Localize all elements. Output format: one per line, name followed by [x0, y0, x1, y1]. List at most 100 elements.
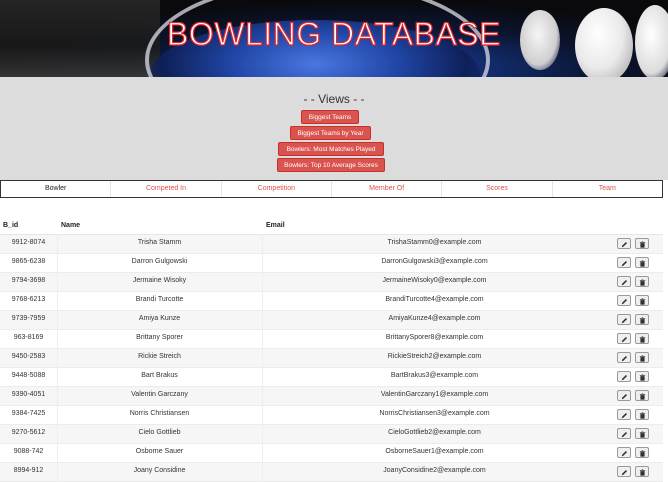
- table-row: 9865-6238 Darron Gulgowski DarronGulgowski…: [0, 254, 663, 273]
- cell-bid: 9390-4051: [11, 391, 46, 398]
- cell-bid: 9384-7425: [11, 410, 46, 417]
- cell-bid: 9768-6213: [11, 296, 46, 303]
- edit-button[interactable]: [617, 409, 631, 420]
- cell-email: AmiyaKunze4@example.com: [388, 315, 481, 322]
- cell-bid: 9865-6238: [11, 258, 46, 265]
- trash-icon: [639, 292, 646, 310]
- view-biggest-teams-by-year-button[interactable]: Biggest Teams by Year: [290, 126, 371, 140]
- pencil-icon: [621, 235, 628, 253]
- pencil-icon: [621, 273, 628, 291]
- table-body: 9912-8074 Trisha Stamm TrishaStamm0@exampl…: [0, 235, 663, 482]
- edit-button[interactable]: [617, 466, 631, 477]
- cell-name: Joany Considine: [133, 467, 186, 474]
- cell-name: Bart Brakus: [141, 372, 178, 379]
- tab-competed-in[interactable]: Competed In: [111, 181, 222, 197]
- edit-button[interactable]: [617, 238, 631, 249]
- edit-button[interactable]: [617, 314, 631, 325]
- trash-icon: [639, 311, 646, 329]
- cell-name: Brandi Turcotte: [135, 296, 184, 303]
- cell-email: RickieStreich2@example.com: [387, 353, 482, 360]
- table-tabs: Bowler Competed In Competition Member Of…: [0, 180, 663, 198]
- cell-email: CieloGottlieb2@example.com: [388, 429, 481, 436]
- column-header-bid: B_id: [3, 222, 19, 229]
- column-header-email: Email: [266, 222, 285, 229]
- tab-member-of[interactable]: Member Of: [332, 181, 443, 197]
- delete-button[interactable]: [635, 352, 649, 363]
- edit-button[interactable]: [617, 428, 631, 439]
- pencil-icon: [621, 463, 628, 481]
- pencil-icon: [621, 387, 628, 405]
- cell-name: Osborne Sauer: [135, 448, 184, 455]
- pencil-icon: [621, 444, 628, 462]
- cell-bid: 9450-2583: [11, 353, 46, 360]
- cell-bid: 9270-5612: [11, 429, 46, 436]
- cell-name: Valentin Garczany: [131, 391, 188, 398]
- page-title: BOWLING DATABASE: [166, 15, 501, 52]
- trash-icon: [639, 463, 646, 481]
- delete-button[interactable]: [635, 390, 649, 401]
- delete-button[interactable]: [635, 257, 649, 268]
- delete-button[interactable]: [635, 276, 649, 287]
- trash-icon: [639, 235, 646, 253]
- tab-team[interactable]: Team: [553, 181, 662, 197]
- cell-email: JermaineWisoky0@example.com: [382, 277, 487, 284]
- delete-button[interactable]: [635, 371, 649, 382]
- trash-icon: [639, 349, 646, 367]
- cell-email: NorrisChristiansen3@example.com: [379, 410, 490, 417]
- delete-button[interactable]: [635, 447, 649, 458]
- table-row: 8994-912 Joany Considine JoanyConsidine2@e…: [0, 463, 663, 482]
- cell-email: BrandiTurcotte4@example.com: [385, 296, 484, 303]
- trash-icon: [639, 387, 646, 405]
- delete-button[interactable]: [635, 295, 649, 306]
- pencil-icon: [621, 425, 628, 443]
- cell-bid: 9088-742: [13, 448, 44, 455]
- cell-bid: 9912-8074: [11, 239, 46, 246]
- cell-name: Trisha Stamm: [137, 239, 182, 246]
- pencil-icon: [621, 330, 628, 348]
- edit-button[interactable]: [617, 371, 631, 382]
- edit-button[interactable]: [617, 352, 631, 363]
- edit-button[interactable]: [617, 295, 631, 306]
- trash-icon: [639, 425, 646, 443]
- table-row: 9270-5612 Cielo Gottlieb CieloGottlieb2@ex…: [0, 425, 663, 444]
- cell-name: Norris Christiansen: [129, 410, 190, 417]
- cell-name: Darron Gulgowski: [131, 258, 188, 265]
- view-most-matches-button[interactable]: Bowlers: Most Matches Played: [278, 142, 384, 156]
- delete-button[interactable]: [635, 466, 649, 477]
- trash-icon: [639, 444, 646, 462]
- edit-button[interactable]: [617, 276, 631, 287]
- table-row: 9794-3698 Jermaine Wisoky JermaineWisoky0@…: [0, 273, 663, 292]
- trash-icon: [639, 406, 646, 424]
- trash-icon: [639, 273, 646, 291]
- table-row: 9450-2583 Rickie Streich RickieStreich2@ex…: [0, 349, 663, 368]
- bowler-table: B_id Name Email 9912-8074 Trisha Stamm Tri…: [0, 218, 663, 482]
- column-header-name: Name: [61, 222, 81, 229]
- table-row: 9739-7959 Amiya Kunze AmiyaKunze4@example.…: [0, 311, 663, 330]
- view-top-average-scores-button[interactable]: Bowlers: Top 10 Average Scores: [277, 158, 385, 172]
- tab-scores[interactable]: Scores: [442, 181, 553, 197]
- pencil-icon: [621, 349, 628, 367]
- tab-bowler[interactable]: Bowler: [1, 181, 112, 197]
- edit-button[interactable]: [617, 390, 631, 401]
- cell-email: JoanyConsidine2@example.com: [383, 467, 486, 474]
- views-section: - - Views - - Biggest Teams Biggest Team…: [0, 77, 668, 180]
- tab-competition[interactable]: Competition: [222, 181, 332, 197]
- table-row: 963-8169 Brittany Sporer BrittanySporer8@e…: [0, 330, 663, 349]
- view-biggest-teams-button[interactable]: Biggest Teams: [301, 110, 359, 124]
- table-row: 9448-5088 Bart Brakus BartBrakus3@example.…: [0, 368, 663, 387]
- table-row: 9768-6213 Brandi Turcotte BrandiTurcotte4@…: [0, 292, 663, 311]
- edit-button[interactable]: [617, 257, 631, 268]
- pencil-icon: [621, 368, 628, 386]
- cell-bid: 9448-5088: [11, 372, 46, 379]
- edit-button[interactable]: [617, 447, 631, 458]
- edit-button[interactable]: [617, 333, 631, 344]
- cell-email: ValentinGarczany1@example.com: [380, 391, 489, 398]
- delete-button[interactable]: [635, 238, 649, 249]
- delete-button[interactable]: [635, 314, 649, 325]
- delete-button[interactable]: [635, 428, 649, 439]
- table-row: 9088-742 Osborne Sauer OsborneSauer1@examp…: [0, 444, 663, 463]
- cell-bid: 9794-3698: [11, 277, 46, 284]
- delete-button[interactable]: [635, 333, 649, 344]
- cell-name: Rickie Streich: [138, 353, 181, 360]
- delete-button[interactable]: [635, 409, 649, 420]
